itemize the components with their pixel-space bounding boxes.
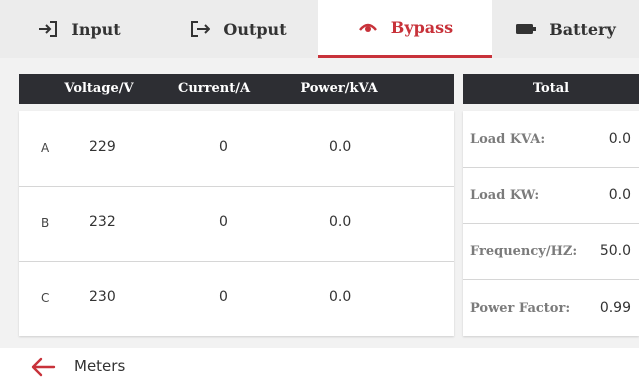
list-item: Load KW: 0.0 [463,167,639,224]
battery-icon [515,18,537,40]
arrow-left-icon[interactable] [30,356,56,378]
tab-input[interactable]: Input [0,0,158,58]
power-factor-value: 0.99 [599,300,631,316]
table-row: B 232 0 0.0 [19,186,454,262]
power-value: 0.0 [329,139,352,155]
bypass-icon [357,17,379,39]
page-title: Meters [74,357,126,375]
tab-bar: Input Output Bypass Battery [0,0,639,58]
load-kw-label: Load KW: [470,188,540,203]
power-factor-label: Power Factor: [470,301,571,316]
total-table-header: Total [463,74,639,104]
phase-label: A [41,141,50,155]
list-item: Frequency/HZ: 50.0 [463,223,639,280]
tab-output[interactable]: Output [158,0,318,58]
tab-input-label: Input [71,19,121,39]
logout-icon [189,18,211,40]
load-kva-value: 0.0 [608,131,631,147]
phase-label: C [41,291,50,305]
current-value: 0 [219,139,228,155]
total-table: Load KVA: 0.0 Load KW: 0.0 Frequency/HZ:… [463,111,639,336]
frequency-label: Frequency/HZ: [470,244,578,259]
header-power: Power/kVA [300,81,378,96]
login-icon [37,18,59,40]
phase-table: A 229 0 0.0 B 232 0 0.0 C 230 0 0.0 [19,111,454,336]
load-kva-label: Load KVA: [470,132,546,147]
tab-battery-label: Battery [549,19,616,39]
table-row: A 229 0 0.0 [19,111,454,187]
voltage-value: 232 [89,214,116,230]
phase-label: B [41,216,50,230]
header-voltage: Voltage/V [64,81,134,96]
voltage-value: 229 [89,139,116,155]
total-header: Total [532,81,570,96]
voltage-value: 230 [89,289,116,305]
phase-table-header: Voltage/V Current/A Power/kVA [19,74,454,104]
footer-bar: Meters [0,348,639,385]
tab-bypass[interactable]: Bypass [318,0,492,58]
frequency-value: 50.0 [599,243,631,259]
list-item: Power Factor: 0.99 [463,279,639,336]
header-current: Current/A [177,81,251,96]
power-value: 0.0 [329,214,352,230]
tab-battery[interactable]: Battery [492,0,639,58]
current-value: 0 [219,289,228,305]
load-kw-value: 0.0 [608,187,631,203]
tab-output-label: Output [223,19,287,39]
list-item: Load KVA: 0.0 [463,111,639,168]
tab-bypass-label: Bypass [390,18,454,37]
power-value: 0.0 [329,289,352,305]
table-row: C 230 0 0.0 [19,261,454,336]
current-value: 0 [219,214,228,230]
